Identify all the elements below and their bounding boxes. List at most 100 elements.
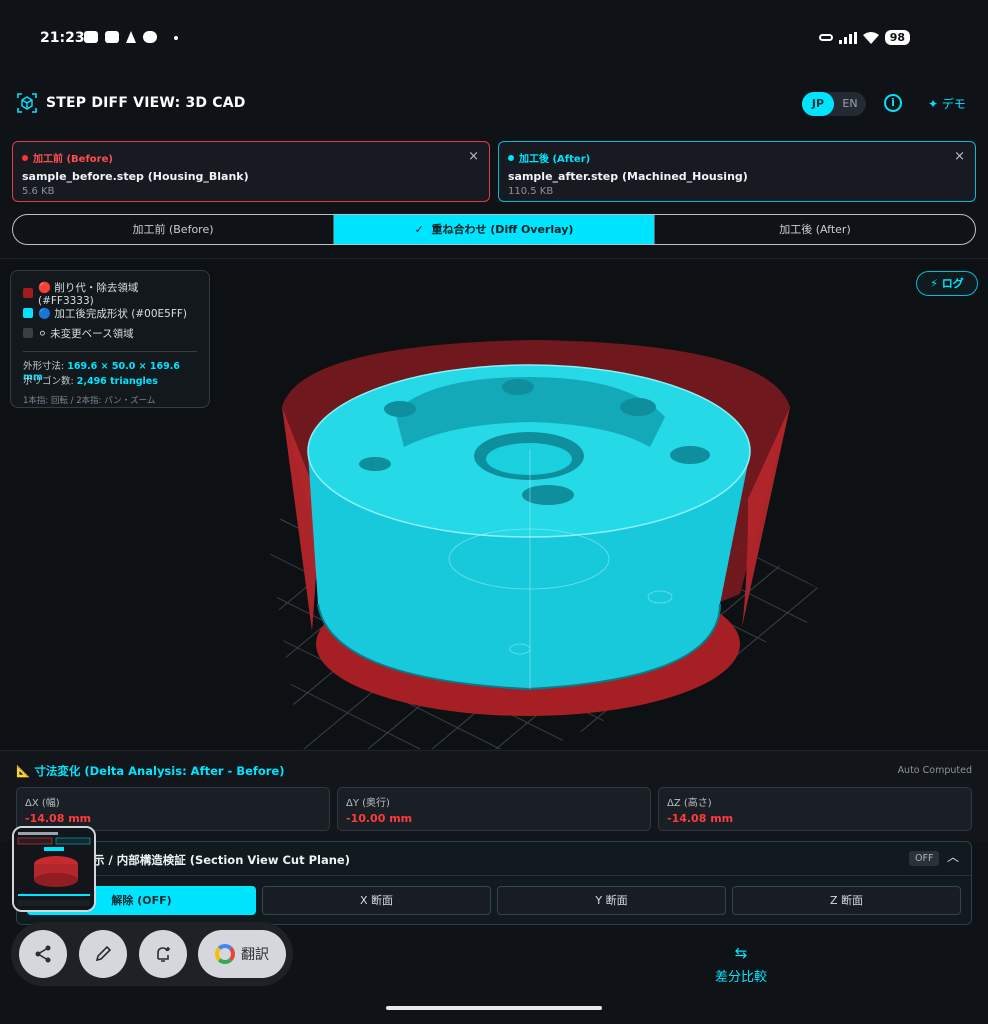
game-controller-icon (84, 31, 98, 43)
close-icon[interactable]: × (468, 149, 479, 164)
after-tag-label: 加工後 (After) (519, 154, 591, 165)
before-file-size: 5.6 KB (22, 186, 55, 197)
translate-label: 翻訳 (241, 947, 269, 963)
thumbnail-preview (14, 828, 94, 910)
legend-item-base: ⚪ 未変更ベース領域 (23, 323, 197, 343)
signal-icon (838, 31, 857, 44)
cube-logo-icon (17, 93, 37, 113)
reminder-button[interactable] (139, 930, 187, 978)
polys-value: 2,496 triangles (76, 376, 158, 387)
edit-button[interactable] (79, 930, 127, 978)
before-file-card[interactable]: 加工前 (Before) sample_before.step (Housing… (12, 141, 490, 202)
delta-z-value: -14.08 mm (667, 812, 734, 825)
status-bar: 21:23 98 (0, 0, 988, 72)
dims-label: 外形寸法: (23, 361, 65, 372)
demo-button[interactable]: ✦ デモ (928, 95, 966, 112)
legend-label: 🔵 加工後完成形状 (#00E5FF) (38, 307, 187, 320)
status-right: 98 (818, 30, 910, 45)
diff-compare-label: 差分比較 (714, 970, 767, 985)
diff-compare-nav[interactable]: ⇆ 差分比較 (700, 944, 782, 985)
legend-divider (23, 351, 197, 352)
delta-x-value: -14.08 mm (25, 812, 92, 825)
polygon-stat: ポリゴン数: 2,496 triangles (23, 373, 197, 388)
chevron-up-icon[interactable]: ︿ (947, 848, 959, 865)
after-tag: 加工後 (After) (508, 150, 966, 165)
close-icon[interactable]: × (954, 149, 965, 164)
dimensions-stat: 外形寸法: 169.6 × 50.0 × 169.6 mm (23, 358, 197, 383)
swatch-base (23, 328, 33, 338)
language-toggle[interactable]: JP EN (802, 92, 866, 116)
app-header: STEP DIFF VIEW: 3D CAD JP EN i ✦ デモ (0, 80, 988, 128)
swatch-removed (23, 288, 33, 298)
log-button[interactable]: ⚡ ログ (916, 271, 978, 296)
delta-title-label: 寸法変化 (Delta Analysis: After - Before) (34, 764, 285, 778)
compare-arrows-icon: ⇆ (734, 944, 748, 962)
auto-computed-label: Auto Computed (897, 765, 972, 776)
lang-en-option[interactable]: EN (834, 92, 866, 116)
red-dot-icon (22, 154, 28, 161)
before-tag-label: 加工前 (Before) (33, 154, 113, 165)
floating-action-toolbar: 翻訳 (11, 922, 293, 986)
ruler-icon: 📐 (16, 764, 31, 778)
before-tag: 加工前 (Before) (22, 150, 480, 165)
check-icon: ✓ (414, 223, 424, 236)
swatch-finished (23, 308, 33, 318)
legend-item-removed: 🔴 削り代・除去領域 (#FF3333) (23, 282, 197, 307)
share-button[interactable] (19, 930, 67, 978)
section-status-badge: OFF (909, 851, 940, 866)
legend-label: ⚪ 未変更ベース領域 (38, 327, 134, 340)
tab-diff-overlay[interactable]: ✓ 重ね合わせ (Diff Overlay) (333, 215, 654, 244)
delta-y-card: ΔY (奥行) -10.00 mm (337, 787, 651, 831)
cut-z-button[interactable]: Z 断面 (732, 886, 961, 915)
tab-diff-overlay-label: 重ね合わせ (Diff Overlay) (431, 223, 574, 236)
cut-y-button[interactable]: Y 断面 (497, 886, 726, 915)
polys-label: ポリゴン数: (23, 376, 74, 387)
delta-z-label: ΔZ (高さ) (667, 798, 712, 809)
wifi-icon (862, 31, 879, 44)
tab-after[interactable]: 加工後 (After) (654, 215, 975, 244)
bolt-hole (359, 457, 391, 471)
battery-indicator: 98 (884, 30, 910, 45)
lang-jp-option[interactable]: JP (802, 92, 834, 116)
delta-x-card: ΔX (幅) -14.08 mm (16, 787, 330, 831)
delta-y-label: ΔY (奥行) (346, 798, 390, 809)
before-file-name: sample_before.step (Housing_Blank) (22, 170, 249, 183)
cyan-dot-icon (508, 154, 514, 161)
demo-label: デモ (941, 97, 966, 111)
section-view-panel: 示 / 内部構造検証 (Section View Cut Plane) OFF … (16, 841, 972, 925)
sparkle-icon: ✦ (928, 97, 942, 111)
notification-icons (84, 31, 178, 43)
status-time: 21:23 (40, 30, 85, 46)
legend-panel: 🔴 削り代・除去領域 (#FF3333) 🔵 加工後完成形状 (#00E5FF)… (10, 270, 210, 408)
delta-z-card: ΔZ (高さ) -14.08 mm (658, 787, 972, 831)
after-file-card[interactable]: 加工後 (After) sample_after.step (Machined_… (498, 141, 976, 202)
delta-x-label: ΔX (幅) (25, 798, 60, 809)
share-icon (35, 945, 51, 963)
game-controller-icon (105, 31, 119, 43)
info-icon[interactable]: i (884, 94, 902, 112)
bell-add-icon (157, 947, 170, 962)
bolt-hole (670, 446, 710, 464)
more-notifications-icon (174, 36, 178, 40)
vpn-key-icon (818, 34, 833, 41)
legend-item-finished: 🔵 加工後完成形状 (#00E5FF) (23, 303, 197, 323)
app-title: STEP DIFF VIEW: 3D CAD (46, 95, 246, 111)
cut-x-button[interactable]: X 断面 (262, 886, 491, 915)
translate-button[interactable]: 翻訳 (198, 930, 286, 978)
weather-icon (143, 31, 157, 43)
bolt-hole (384, 401, 416, 417)
google-icon (215, 944, 235, 964)
view-mode-tabs: 加工前 (Before) ✓ 重ね合わせ (Diff Overlay) 加工後 … (12, 214, 976, 245)
screenshot-thumbnail[interactable] (12, 826, 96, 912)
delta-y-value: -10.00 mm (346, 812, 413, 825)
tab-before[interactable]: 加工前 (Before) (13, 215, 333, 244)
navigation-icon (126, 31, 136, 43)
section-divider (17, 875, 971, 876)
bolt-hole (620, 398, 656, 416)
legend-label: 🔴 削り代・除去領域 (#FF3333) (37, 281, 139, 307)
home-indicator[interactable] (386, 1006, 602, 1010)
delta-title: 📐 寸法変化 (Delta Analysis: After - Before) (16, 763, 285, 779)
gesture-hint: 1本指: 回転 / 2本指: パン・ズーム (23, 396, 156, 406)
bolt-hole (502, 379, 534, 395)
after-file-name: sample_after.step (Machined_Housing) (508, 170, 748, 183)
